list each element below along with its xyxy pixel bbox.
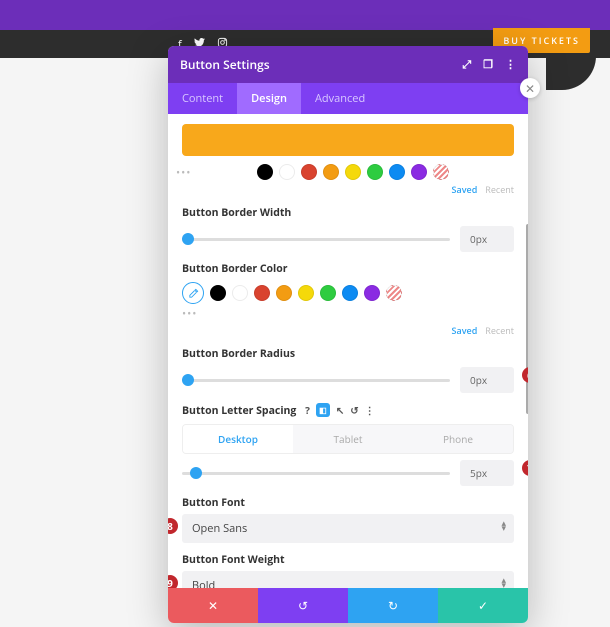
annotation-badge: 6 [522,367,528,383]
chevron-updown-icon: ▴▾ [501,577,506,587]
redo-button[interactable]: ↻ [348,588,438,623]
device-tabs: Desktop Tablet Phone [182,424,514,454]
label-border-color: Button Border Color [182,262,514,276]
reset-icon[interactable]: ↺ [350,403,358,417]
device-tablet[interactable]: Tablet [293,425,403,453]
button-preview [182,124,514,156]
footer-actions: ✕ ↺ ↻ ✓ [168,588,528,623]
expand-icon[interactable]: ⤢ [462,57,471,72]
swatch-red[interactable] [254,285,270,301]
slider-border-radius[interactable] [182,379,450,382]
label-font: Button Font [182,496,514,510]
swatch-orange[interactable] [323,164,339,180]
swatch-white[interactable] [232,285,248,301]
select-font[interactable]: Open Sans ▴▾ 8 [182,514,514,543]
more-swatches-icon[interactable]: ••• [182,306,514,321]
tab-advanced[interactable]: Advanced [301,83,379,114]
slider-border-width[interactable] [182,238,450,241]
swatch-black[interactable] [257,164,273,180]
label-border-width: Button Border Width [182,206,514,220]
tab-design[interactable]: Design [237,83,301,114]
layout-icon[interactable]: ❐ [483,57,493,72]
panel-title: Button Settings [180,56,270,73]
undo-button[interactable]: ↺ [258,588,348,623]
cancel-button[interactable]: ✕ [168,588,258,623]
more-icon[interactable]: ⋮ [365,403,375,417]
settings-tabs: Content Design Advanced [168,83,528,114]
more-swatches-icon[interactable]: ••• [176,165,191,180]
device-desktop[interactable]: Desktop [183,425,293,453]
device-phone[interactable]: Phone [403,425,513,453]
swatch-black[interactable] [210,285,226,301]
swatch-blue[interactable] [389,164,405,180]
more-icon[interactable]: ⋮ [505,57,516,72]
panel-header: Button Settings ⤢ ❐ ⋮ [168,46,528,83]
swatch-purple[interactable] [411,164,427,180]
swatch-yellow[interactable] [298,285,314,301]
label-letter-spacing: Button Letter Spacing ? ◧ ↖ ↺ ⋮ [182,403,514,418]
close-icon[interactable]: ✕ [520,78,540,98]
responsive-icon[interactable]: ◧ [316,403,330,417]
value-letter-spacing[interactable]: 5px [460,460,514,486]
swatch-white[interactable] [279,164,295,180]
save-button[interactable]: ✓ [438,588,528,623]
slider-letter-spacing[interactable] [182,472,450,475]
scrollbar[interactable] [526,224,528,414]
select-font-weight[interactable]: Bold ▴▾ 9 [182,571,514,588]
swatch-green[interactable] [320,285,336,301]
swatch-yellow[interactable] [345,164,361,180]
eyedropper-icon[interactable] [182,282,204,304]
label-border-radius: Button Border Radius [182,347,514,361]
annotation-badge: 8 [168,518,178,534]
recent-swatches-tab[interactable]: Recent [485,183,514,196]
settings-scroll[interactable]: ••• Saved Recent Button Border Width 0px… [168,114,528,588]
swatch-red[interactable] [301,164,317,180]
hover-icon[interactable]: ↖ [336,403,344,417]
chevron-updown-icon: ▴▾ [501,520,506,530]
swatch-purple[interactable] [364,285,380,301]
swatch-orange[interactable] [276,285,292,301]
value-border-width[interactable]: 0px [460,226,514,252]
swatch-transparent[interactable] [433,164,449,180]
swatch-green[interactable] [367,164,383,180]
label-font-weight: Button Font Weight [182,553,514,567]
recent-swatches-tab[interactable]: Recent [485,324,514,337]
annotation-badge: 9 [168,575,178,588]
swatch-blue[interactable] [342,285,358,301]
annotation-badge: 7 [522,460,528,476]
swatch-transparent[interactable] [386,285,402,301]
help-icon[interactable]: ? [305,403,310,417]
value-border-radius[interactable]: 0px [460,367,514,393]
saved-swatches-tab[interactable]: Saved [452,183,478,196]
tab-content[interactable]: Content [168,83,237,114]
button-settings-panel: Button Settings ⤢ ❐ ⋮ Content Design Adv… [168,46,528,623]
color-swatches: ••• [182,164,514,180]
saved-swatches-tab[interactable]: Saved [452,324,478,337]
